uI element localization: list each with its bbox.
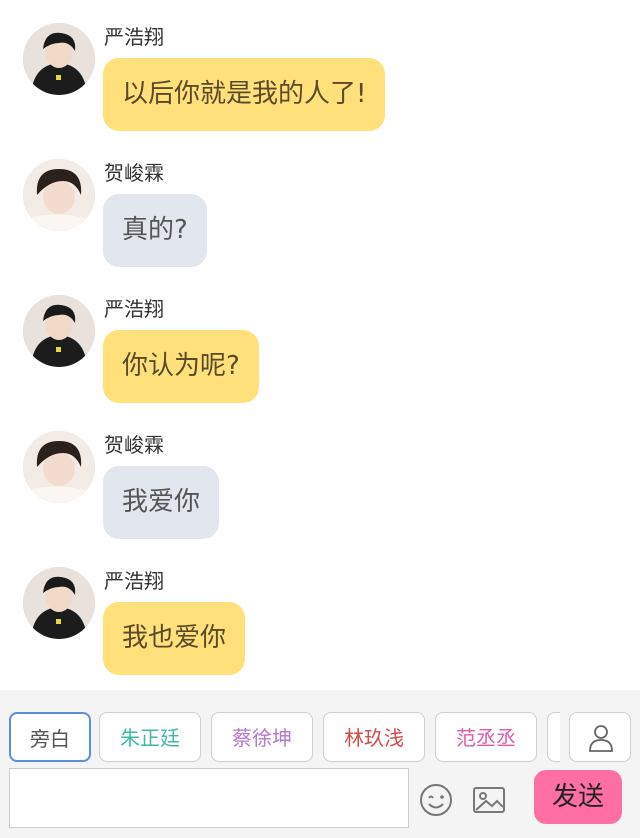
avatar-image bbox=[23, 159, 95, 231]
image-icon bbox=[473, 787, 505, 813]
sender-name: 严浩翔 bbox=[104, 297, 164, 321]
role-chip[interactable]: 朱正廷 bbox=[99, 712, 201, 762]
message-bubble: 以后你就是我的人了! bbox=[103, 58, 386, 131]
role-chip[interactable]: 林玖浅 bbox=[323, 712, 425, 762]
person-icon bbox=[589, 725, 613, 752]
role-chip[interactable]: 范丞丞 bbox=[435, 712, 537, 762]
role-chip-narrator[interactable]: 旁白 bbox=[9, 712, 91, 762]
role-chip-overflow[interactable] bbox=[547, 712, 560, 762]
role-selector: 旁白 朱正廷 蔡徐坤 林玖浅 范丞丞 bbox=[0, 712, 560, 764]
compose-bar: 旁白 朱正廷 蔡徐坤 林玖浅 范丞丞 发送 bbox=[0, 690, 640, 838]
message-bubble: 真的? bbox=[103, 194, 207, 267]
avatar-he[interactable] bbox=[23, 431, 95, 503]
avatar-image bbox=[23, 567, 95, 639]
avatar-image bbox=[23, 431, 95, 503]
add-role-button[interactable] bbox=[569, 712, 631, 762]
message-bubble: 我爱你 bbox=[103, 466, 220, 539]
sender-name: 贺峻霖 bbox=[104, 161, 164, 185]
message-bubble: 你认为呢? bbox=[103, 330, 259, 403]
chat-area: 严浩翔 以后你就是我的人了! 贺峻霖 真的? 严浩翔 你认为呢? 贺峻霖 我爱你… bbox=[0, 0, 640, 690]
avatar-yan[interactable] bbox=[23, 23, 95, 95]
message-input[interactable] bbox=[9, 768, 409, 828]
sender-name: 严浩翔 bbox=[104, 569, 164, 593]
sender-name: 贺峻霖 bbox=[104, 433, 164, 457]
avatar-yan[interactable] bbox=[23, 567, 95, 639]
send-button[interactable]: 发送 bbox=[534, 770, 622, 824]
role-chip[interactable]: 蔡徐坤 bbox=[211, 712, 313, 762]
emoji-button[interactable] bbox=[418, 782, 454, 818]
sender-name: 严浩翔 bbox=[104, 25, 164, 49]
avatar-image bbox=[23, 23, 95, 95]
message-bubble: 我也爱你 bbox=[103, 602, 246, 675]
avatar-yan[interactable] bbox=[23, 295, 95, 367]
smile-icon bbox=[420, 784, 452, 816]
image-button[interactable] bbox=[471, 782, 507, 818]
avatar-he[interactable] bbox=[23, 159, 95, 231]
avatar-image bbox=[23, 295, 95, 367]
